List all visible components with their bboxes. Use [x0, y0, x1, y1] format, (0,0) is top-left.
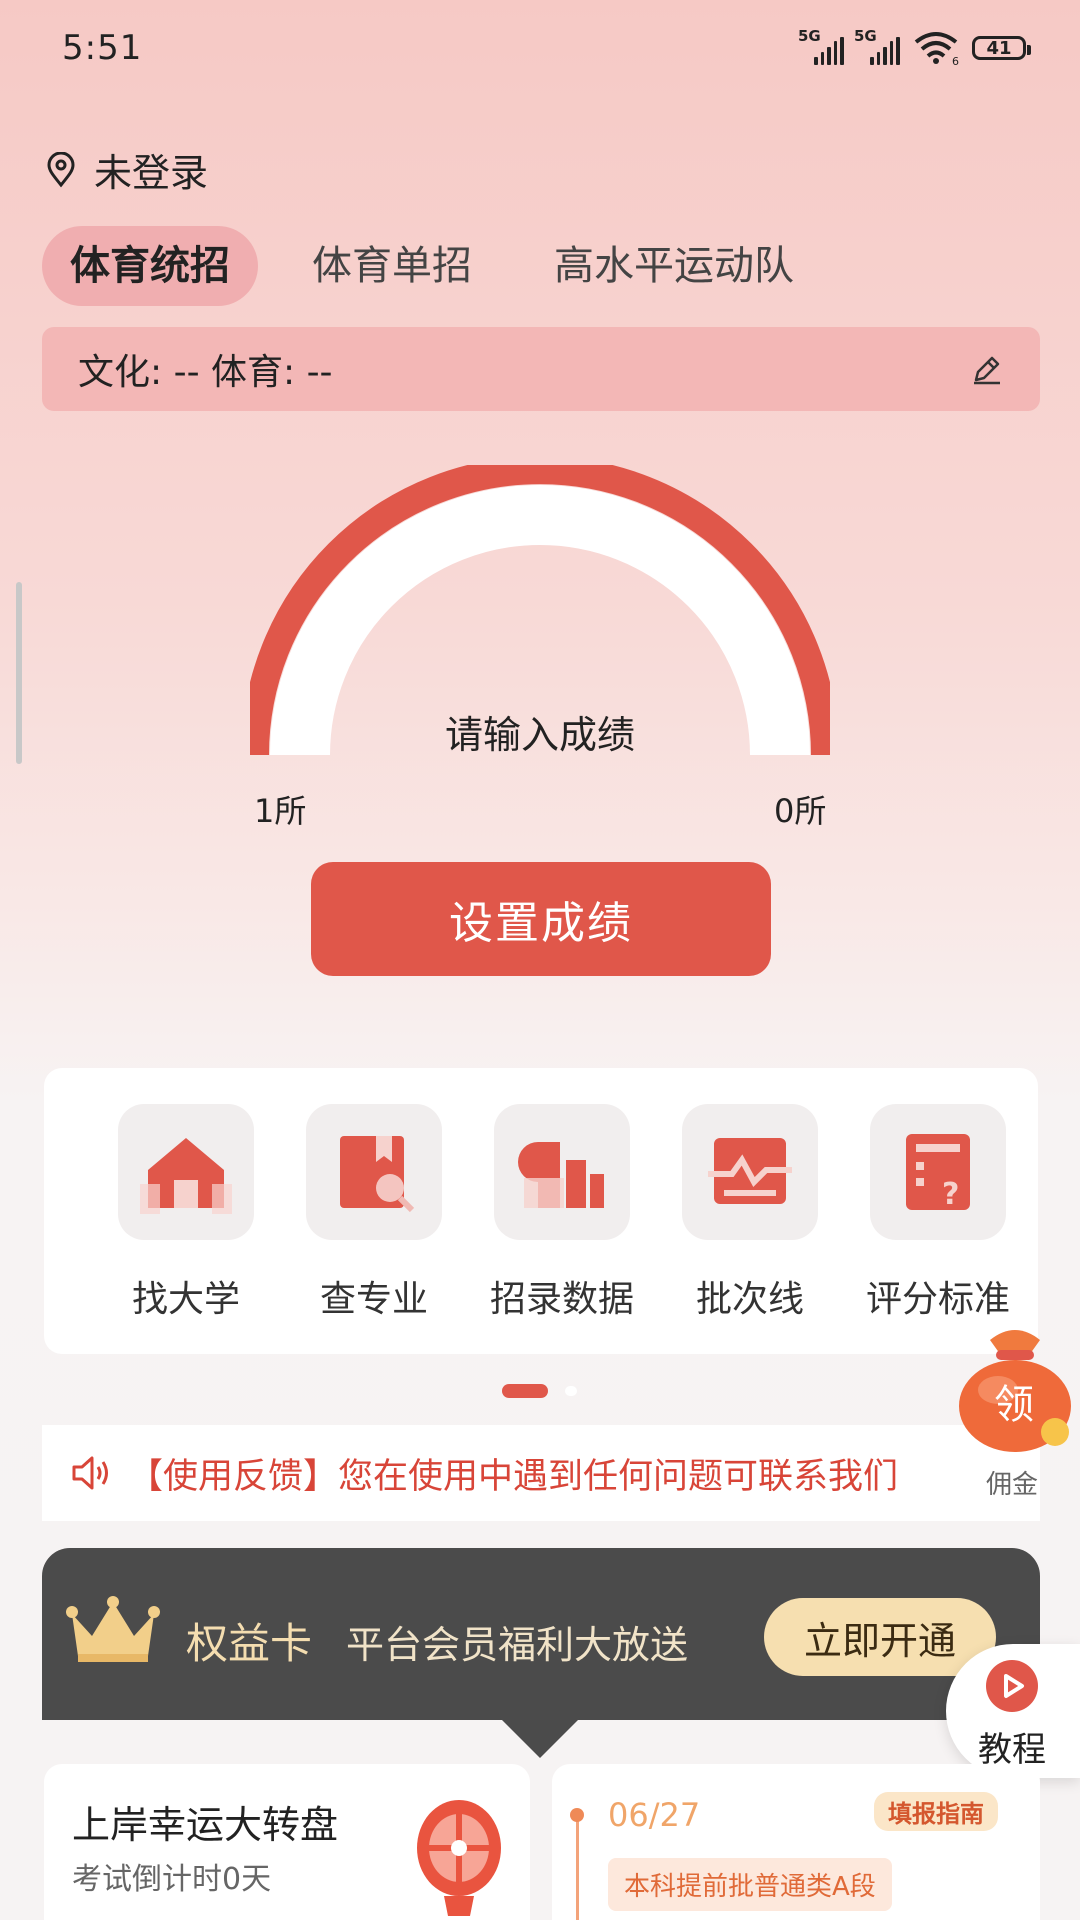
score-text: 文化: -- 体育: --	[78, 352, 333, 393]
location-pin-icon	[47, 151, 75, 187]
feature-label: 评分标准	[865, 1279, 1010, 1320]
feedback-notice[interactable]: 【使用反馈】您在使用中遇到任何问题可联系我们	[42, 1425, 1040, 1521]
house-icon	[118, 1104, 254, 1240]
feature-label: 查专业	[319, 1279, 428, 1320]
wheel-icon	[417, 1800, 501, 1916]
feature-batch-line[interactable]: 批次线	[670, 1104, 830, 1322]
speaker-icon	[72, 1456, 108, 1490]
svg-text:6: 6	[952, 55, 959, 66]
gauge-min-label: 1所	[254, 792, 307, 830]
battery-level: 41	[986, 37, 1012, 59]
feature-label: 找大学	[131, 1279, 240, 1320]
page-indicator-active	[502, 1384, 548, 1398]
tab-sports-unified[interactable]: 体育统招	[42, 226, 258, 306]
feature-search-major[interactable]: 查专业	[294, 1104, 454, 1322]
tab-high-level-team[interactable]: 高水平运动队	[526, 226, 822, 306]
guide-tag: 填报指南	[874, 1792, 998, 1831]
feature-scoring-standard[interactable]: ? 评分标准	[858, 1104, 1018, 1322]
money-bag-icon[interactable]: 领	[950, 1318, 1080, 1454]
signal-icon: 5G	[854, 27, 900, 65]
feature-admission-data[interactable]: 招录数据	[482, 1104, 642, 1322]
lucky-wheel-card[interactable]: 上岸幸运大转盘 考试倒计时0天	[44, 1764, 530, 1920]
tab-sports-single[interactable]: 体育单招	[284, 226, 500, 306]
crown-icon	[66, 1596, 160, 1662]
gauge-prompt: 请输入成绩	[444, 713, 635, 757]
status-time: 5:51	[62, 28, 143, 68]
feature-label: 招录数据	[489, 1279, 634, 1320]
signal-icon: 5G	[798, 27, 844, 65]
location-label: 未登录	[94, 151, 209, 195]
line-chart-icon	[682, 1104, 818, 1240]
feature-label: 批次线	[695, 1279, 804, 1320]
book-search-icon	[306, 1104, 442, 1240]
timeline-dot	[570, 1808, 584, 1822]
card-pointer	[500, 1718, 580, 1758]
sim2-label: 5G	[854, 27, 877, 45]
feature-grid: 找大学 查专业 招录数据 批次线 ? 评分标准	[44, 1068, 1038, 1354]
page-indicator-inactive	[565, 1386, 577, 1396]
score-summary-bar[interactable]: 文化: -- 体育: --	[42, 327, 1040, 411]
feature-find-university[interactable]: 找大学	[106, 1104, 266, 1322]
guide-date: 06/27	[608, 1796, 701, 1834]
card-title: 上岸幸运大转盘	[72, 1803, 339, 1847]
application-guide-card[interactable]: 06/27 填报指南 本科提前批普通类A段	[552, 1764, 1040, 1920]
battery-icon: 41	[972, 36, 1031, 60]
calculator-icon: ?	[870, 1104, 1006, 1240]
card-subtitle: 考试倒计时0天	[72, 1862, 272, 1897]
timeline-line	[576, 1814, 579, 1920]
membership-title: 权益卡	[186, 1619, 313, 1668]
guide-batch: 本科提前批普通类A段	[608, 1858, 892, 1911]
edit-icon[interactable]	[970, 352, 1004, 386]
svg-text:领: 领	[994, 1382, 1034, 1428]
gauge-max-label: 0所	[774, 792, 827, 830]
activate-button[interactable]: 立即开通	[764, 1598, 996, 1676]
set-score-button[interactable]: 设置成绩	[311, 862, 771, 976]
location-selector[interactable]: 未登录	[46, 142, 208, 197]
commission-label: 佣金	[986, 1470, 1039, 1500]
membership-subtitle: 平台会员福利大放送	[346, 1623, 689, 1667]
status-icons: 5G 5G 6 41	[798, 27, 1031, 68]
play-icon	[986, 1660, 1038, 1712]
notice-text: 【使用反馈】您在使用中遇到任何问题可联系我们	[128, 1456, 899, 1497]
bar-chart-icon	[494, 1104, 630, 1240]
sim1-label: 5G	[798, 27, 821, 45]
exam-type-tabs: 体育统招 体育单招 高水平运动队	[42, 226, 848, 306]
svg-text:?: ?	[942, 1177, 959, 1212]
wifi-icon: 6	[914, 32, 959, 66]
